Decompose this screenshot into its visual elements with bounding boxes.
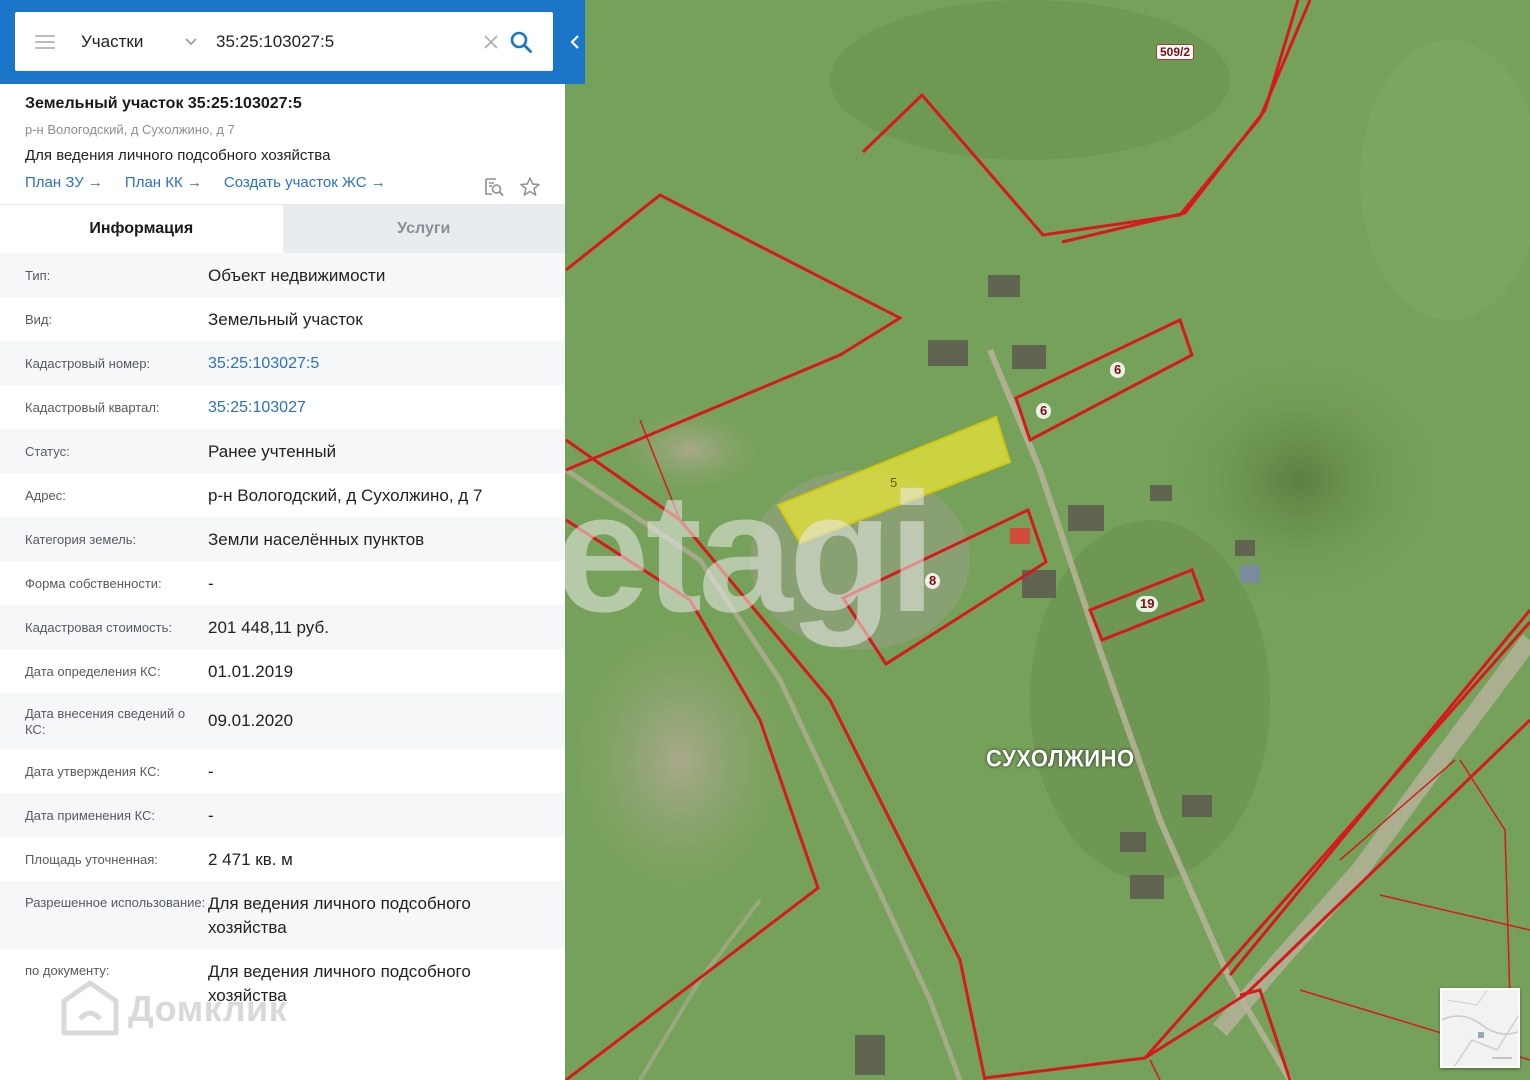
chevron-down-icon[interactable] bbox=[185, 37, 197, 46]
header-actions bbox=[483, 176, 541, 198]
minimap-icon bbox=[1442, 990, 1518, 1066]
parcel-label-5[interactable]: 5 bbox=[890, 475, 897, 491]
table-row: Площадь уточненная: 2 471 кв. м bbox=[0, 837, 565, 881]
top-search-bar: Участки bbox=[0, 0, 585, 84]
info-panel: Земельный участок 35:25:103027:5 р-н Вол… bbox=[0, 84, 565, 1080]
parcel-label-6b[interactable]: 6 bbox=[1036, 403, 1052, 419]
row-value: 01.01.2019 bbox=[208, 662, 294, 681]
row-key: Дата утверждения КС: bbox=[25, 764, 161, 779]
row-value: Земли населённых пунктов bbox=[208, 530, 425, 549]
table-row: Статус: Ранее учтенный bbox=[0, 429, 565, 473]
row-value: Объект недвижимости bbox=[208, 266, 386, 285]
table-row: Дата применения КС: - bbox=[0, 793, 565, 837]
minimap[interactable] bbox=[1440, 988, 1520, 1068]
row-value: Ранее учтенный bbox=[208, 442, 337, 461]
document-search-icon[interactable] bbox=[483, 176, 505, 198]
info-table: Тип: Объект недвижимости Вид: Земельный … bbox=[0, 253, 565, 1017]
panel-tabs: Информация Услуги bbox=[0, 205, 565, 253]
menu-icon[interactable] bbox=[35, 34, 55, 49]
row-key: Статус: bbox=[25, 444, 70, 459]
row-value: - bbox=[208, 806, 214, 825]
row-key: Кадастровый номер: bbox=[25, 356, 151, 371]
collapse-panel-button[interactable] bbox=[565, 0, 585, 84]
row-key: Дата определения КС: bbox=[25, 664, 161, 679]
row-value: - bbox=[208, 762, 214, 781]
row-key: Кадастровый квартал: bbox=[25, 400, 160, 415]
plan-kk-link[interactable]: План КК → bbox=[125, 173, 202, 192]
cadastral-quarter-link[interactable]: 35:25:103027 bbox=[208, 385, 540, 429]
parcel-label-8[interactable]: 8 bbox=[925, 573, 941, 589]
create-parcel-link[interactable]: Создать участок ЖС → bbox=[224, 173, 386, 192]
table-row: Форма собственности: - bbox=[0, 561, 565, 605]
row-key: Кадастровая стоимость: bbox=[25, 620, 172, 635]
tab-information[interactable]: Информация bbox=[0, 205, 283, 253]
row-key: Форма собственности: bbox=[25, 576, 162, 591]
row-value: р-н Вологодский, д Сухолжино, д 7 bbox=[208, 486, 483, 505]
table-row: Вид: Земельный участок bbox=[0, 297, 565, 341]
row-key: Дата внесения сведений о КС: bbox=[25, 706, 186, 737]
search-input[interactable] bbox=[216, 31, 476, 52]
plan-zu-link[interactable]: План ЗУ → bbox=[25, 173, 103, 192]
row-key: Вид: bbox=[25, 312, 53, 327]
row-key: Разрешенное использование: bbox=[25, 895, 206, 910]
table-row: Дата внесения сведений о КС: 09.01.2020 bbox=[0, 693, 565, 749]
row-value: 2 471 кв. м bbox=[208, 850, 293, 869]
row-key: Адрес: bbox=[25, 488, 66, 503]
header-links: План ЗУ → План КК → Создать участок ЖС → bbox=[25, 173, 540, 192]
domclick-brand-text: Домклик bbox=[128, 988, 288, 1029]
page-title: Земельный участок 35:25:103027:5 bbox=[25, 95, 302, 112]
row-value: Для ведения личного подсобного хозяйства bbox=[208, 894, 471, 937]
row-key: Категория земель: bbox=[25, 532, 137, 547]
row-value: 201 448,11 руб. bbox=[208, 618, 329, 637]
domclick-watermark: Домклик bbox=[60, 979, 287, 1039]
table-row: Тип: Объект недвижимости bbox=[0, 253, 565, 297]
cadastral-number-link[interactable]: 35:25:103027:5 bbox=[208, 341, 540, 385]
table-row: Кадастровая стоимость: 201 448,11 руб. bbox=[0, 605, 565, 649]
village-label: СУХОЛЖИНО bbox=[986, 744, 1135, 773]
table-row: Категория земель: Земли населённых пункт… bbox=[0, 517, 565, 561]
header-address: р-н Вологодский, д Сухолжино, д 7 bbox=[25, 122, 235, 137]
row-key: Тип: bbox=[25, 268, 51, 283]
table-row: Кадастровый квартал: 35:25:103027 bbox=[0, 385, 565, 429]
etagi-watermark: etagi bbox=[555, 458, 936, 648]
parcel-tag-509-2[interactable]: 509/2 bbox=[1156, 44, 1195, 60]
row-key: Дата применения КС: bbox=[25, 808, 156, 823]
search-box: Участки bbox=[15, 12, 553, 71]
row-value: 09.01.2020 bbox=[208, 711, 294, 730]
layer-select[interactable]: Участки bbox=[81, 32, 177, 52]
table-row: Кадастровый номер: 35:25:103027:5 bbox=[0, 341, 565, 385]
table-row: Дата утверждения КС: - bbox=[0, 749, 565, 793]
table-row: Дата определения КС: 01.01.2019 bbox=[0, 649, 565, 693]
header-use: Для ведения личного подсобного хозяйства bbox=[25, 147, 331, 164]
domclick-logo-icon bbox=[61, 980, 119, 1036]
clear-icon[interactable] bbox=[484, 34, 498, 49]
tab-services[interactable]: Услуги bbox=[282, 205, 565, 253]
panel-header: Земельный участок 35:25:103027:5 р-н Вол… bbox=[0, 84, 565, 205]
row-value: Земельный участок bbox=[208, 310, 363, 329]
table-row: Разрешенное использование: Для ведения л… bbox=[0, 881, 565, 949]
chevron-left-icon bbox=[570, 35, 579, 49]
table-row: Адрес: р-н Вологодский, д Сухолжино, д 7 bbox=[0, 473, 565, 517]
parcel-label-19[interactable]: 19 bbox=[1136, 596, 1159, 612]
search-icon[interactable] bbox=[510, 31, 532, 53]
parcel-label-6a[interactable]: 6 bbox=[1110, 362, 1126, 378]
row-value: - bbox=[208, 574, 214, 593]
star-icon[interactable] bbox=[519, 176, 541, 198]
row-key: Площадь уточненная: bbox=[25, 852, 158, 867]
